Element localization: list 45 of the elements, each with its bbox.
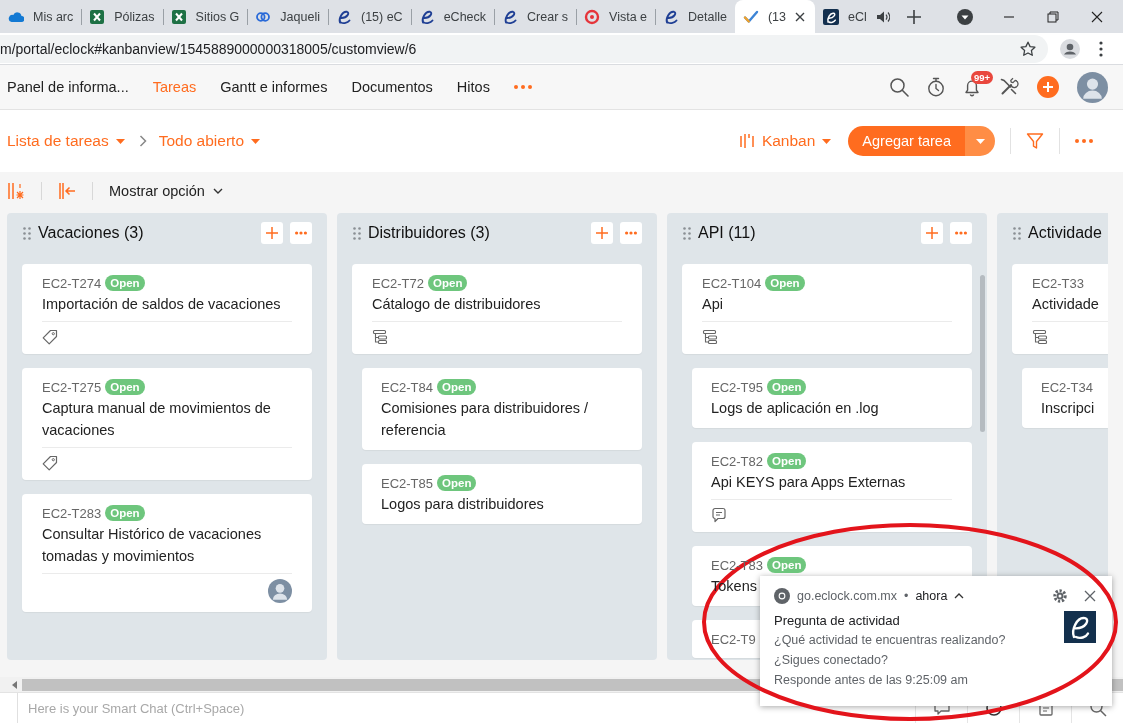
task-id: EC2-T72 xyxy=(372,275,425,291)
status-badge: Open xyxy=(765,275,805,291)
task-title: Consultar Histórico de vacaciones tomadas y movimientos xyxy=(42,525,263,566)
task-id: EC2-T283 xyxy=(42,505,102,521)
column-title: Vacaciones (3) xyxy=(38,224,144,242)
status-badge: Open xyxy=(767,557,807,573)
notification-title: Pregunta de actividad xyxy=(774,612,901,630)
task-id: EC2-T274 xyxy=(42,275,102,291)
task-title: Logos para distribuidores xyxy=(381,495,544,514)
status-badge: Open xyxy=(105,379,145,395)
task-title: Api KEYS para Apps Externas xyxy=(711,473,906,492)
task-title: Comisiones para distribuidores / referencia xyxy=(381,399,590,440)
task-id: EC2-T275 xyxy=(42,379,102,395)
task-id: EC2-T85 xyxy=(381,475,434,491)
status-badge: Open xyxy=(767,453,807,469)
task-title: Inscripci xyxy=(1041,399,1095,418)
separator-dot: • xyxy=(904,589,909,603)
task-title: Logs de aplicación en .log xyxy=(711,399,879,418)
task-id: EC2-T95 xyxy=(711,379,764,395)
status-badge: Open xyxy=(767,379,807,395)
task-id: EC2-T33 xyxy=(1032,275,1085,291)
task-title: Captura manual de movimientos de vacaciones xyxy=(42,399,272,440)
task-id: EC2-T104 xyxy=(702,275,762,291)
task-title: Actividade xyxy=(1032,295,1099,314)
column-title: API (11) xyxy=(698,224,756,242)
column-title: Actividade xyxy=(1028,224,1102,242)
notification-source: go.eclock.com.mx xyxy=(797,589,898,603)
status-badge: Open xyxy=(428,275,468,291)
task-id: EC2-T84 xyxy=(381,379,434,395)
notification-message: ¿Qué actividad te encuentras realizando? xyxy=(774,632,1007,649)
task-id: EC2-T9 xyxy=(711,631,756,647)
notification-message: Responde antes de las 9:25:09 am xyxy=(774,672,969,689)
notification-message: ¿Sigues conectado? xyxy=(774,652,889,669)
task-title: Importación de saldos de vacaciones xyxy=(42,295,281,314)
status-badge: Open xyxy=(105,505,145,521)
column-title: Distribuidores (3) xyxy=(368,224,490,242)
task-title: Cátalogo de distribuidores xyxy=(372,295,541,314)
task-title: Api xyxy=(702,295,723,314)
task-id: EC2-T34 xyxy=(1041,379,1094,395)
status-badge: Open xyxy=(437,475,477,491)
notification-count: 99+ xyxy=(971,71,994,84)
task-id: EC2-T82 xyxy=(711,453,764,469)
status-badge: Open xyxy=(437,379,477,395)
notification-time: ahora xyxy=(915,589,948,603)
status-badge: Open xyxy=(105,275,145,291)
